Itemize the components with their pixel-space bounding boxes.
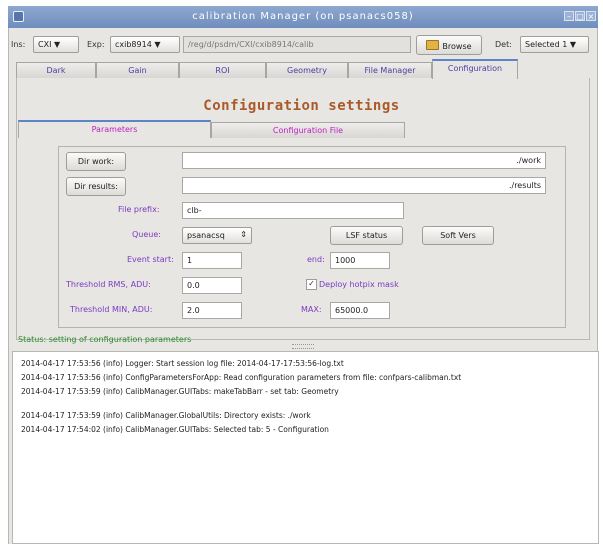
log-line: 2014-04-17 17:53:59 (info) CalibManager.… [21, 387, 339, 396]
tab-dark[interactable]: Dark [16, 62, 96, 78]
ins-combo[interactable]: CXI ▼ [33, 36, 79, 53]
dir-results-field[interactable]: ./results [182, 177, 546, 194]
close-icon[interactable]: × [586, 11, 596, 21]
splitter-handle[interactable] [292, 344, 314, 349]
log-line: 2014-04-17 17:53:59 (info) CalibManager.… [21, 411, 311, 420]
file-prefix-label: File prefix: [118, 205, 160, 214]
tab-configuration[interactable]: Configuration [432, 59, 518, 79]
threshold-max-input[interactable]: 65000.0 [330, 302, 390, 319]
status-text: Status: setting of configuration paramet… [18, 335, 192, 344]
window-title: calibration Manager (on psanacs058) [192, 11, 414, 22]
browse-button[interactable]: Browse [416, 35, 482, 55]
minimize-icon[interactable]: – [564, 11, 574, 21]
soft-vers-button[interactable]: Soft Vers [422, 226, 494, 245]
chevron-down-icon: ▼ [53, 40, 61, 49]
exp-combo[interactable]: cxib8914 ▼ [110, 36, 180, 53]
log-line: 2014-04-17 17:53:56 (info) Logger: Start… [21, 359, 344, 368]
threshold-min-input[interactable]: 2.0 [182, 302, 242, 319]
exp-label: Exp: [87, 40, 105, 49]
chevron-down-icon: ▼ [569, 40, 577, 49]
event-start-label: Event start: [127, 255, 174, 264]
exp-combo-value: cxib8914 [115, 40, 152, 49]
threshold-rms-input[interactable]: 0.0 [182, 277, 242, 294]
threshold-rms-label: Threshold RMS, ADU: [66, 280, 151, 289]
file-prefix-input[interactable]: clb- [182, 202, 404, 219]
browse-button-label: Browse [442, 42, 472, 51]
det-label: Det: [495, 40, 512, 49]
det-combo[interactable]: Selected 1 ▼ [520, 36, 589, 53]
folder-icon [426, 40, 440, 50]
event-end-input[interactable]: 1000 [330, 252, 390, 269]
threshold-min-label: Threshold MIN, ADU: [70, 305, 153, 314]
queue-combo[interactable]: psanacsq ⇕ [182, 227, 252, 244]
tab-file-manager[interactable]: File Manager [348, 62, 432, 78]
log-line: 2014-04-17 17:54:02 (info) CalibManager.… [21, 425, 329, 434]
calib-path-field: /reg/d/psdm/CXI/cxib8914/calib [183, 36, 411, 53]
ins-label: Ins: [11, 40, 26, 49]
tab-gain[interactable]: Gain [96, 62, 179, 78]
dir-work-button[interactable]: Dir work: [66, 152, 126, 171]
tab-geometry[interactable]: Geometry [266, 62, 348, 78]
tab-roi[interactable]: ROI [179, 62, 266, 78]
dir-work-field[interactable]: ./work [182, 152, 546, 169]
deploy-hotpix-checkbox[interactable]: ✓ [306, 279, 317, 290]
window-title-bar[interactable]: calibration Manager (on psanacs058) – □ … [8, 6, 598, 28]
event-start-input[interactable]: 1 [182, 252, 242, 269]
page-title: Configuration settings [203, 98, 400, 114]
tab-configuration-file[interactable]: Configuration File [211, 122, 405, 138]
log-pane[interactable]: 2014-04-17 17:53:56 (info) Logger: Start… [12, 351, 599, 544]
lsf-status-button[interactable]: LSF status [330, 226, 403, 245]
chevron-down-icon: ▼ [154, 40, 161, 49]
log-line: 2014-04-17 17:53:56 (info) ConfigParamet… [21, 373, 462, 382]
dir-results-button[interactable]: Dir results: [66, 177, 126, 196]
ins-combo-value: CXI [38, 40, 52, 49]
deploy-hotpix-label[interactable]: Deploy hotpix mask [319, 280, 399, 289]
queue-label: Queue: [132, 230, 161, 239]
maximize-icon[interactable]: □ [575, 11, 585, 21]
det-combo-value: Selected 1 [525, 40, 568, 49]
tab-parameters[interactable]: Parameters [18, 120, 211, 138]
queue-combo-value: psanacsq [187, 231, 225, 240]
threshold-max-label: MAX: [301, 305, 322, 314]
event-end-label: end: [307, 255, 325, 264]
updown-arrows-icon: ⇕ [240, 230, 247, 239]
